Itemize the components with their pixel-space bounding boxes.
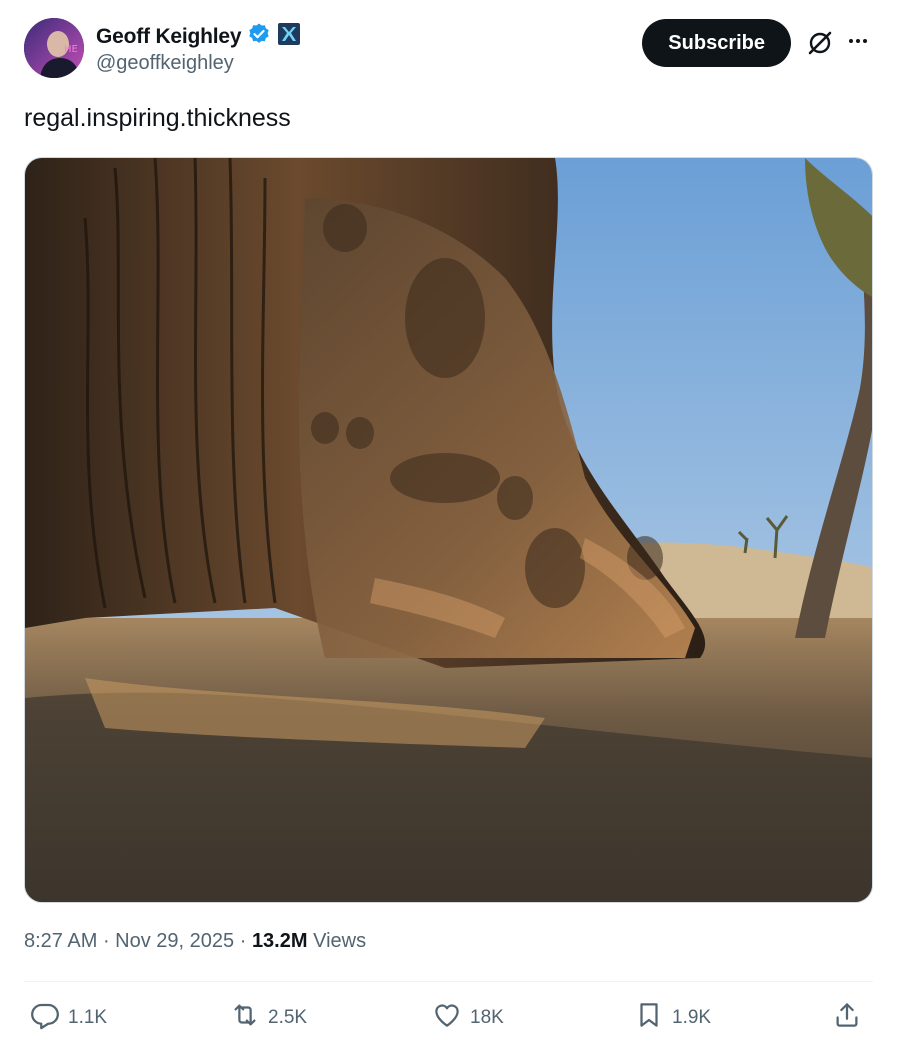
bookmark-icon (634, 1000, 664, 1036)
tweet-header: HE Geoff Keighley @geoffkeighley Subscri… (24, 18, 873, 80)
subscribe-button[interactable]: Subscribe (642, 19, 791, 67)
divider (24, 981, 873, 982)
repost-count: 2.5K (268, 1007, 308, 1028)
tweet-text: regal.inspiring.thickness (24, 104, 291, 132)
bookmark-count: 1.9K (672, 1007, 712, 1028)
tweet-time[interactable]: 8:27 AM (24, 930, 97, 952)
svg-text:HE: HE (64, 44, 78, 55)
views-count: 13.2M (251, 930, 308, 952)
meta-separator: · (234, 930, 252, 952)
share-button[interactable] (832, 998, 862, 1038)
reply-count: 1.1K (68, 1007, 108, 1028)
heart-icon (432, 1000, 462, 1036)
tweet-date[interactable]: Nov 29, 2025 (115, 930, 234, 952)
affiliate-badge-icon[interactable] (277, 22, 301, 51)
action-bar: 1.1K 2.5K 18K 1.9K (24, 998, 873, 1038)
reply-button[interactable]: 1.1K (30, 998, 107, 1038)
tweet-meta: 8:27 AM · Nov 29, 2025 · 13.2M Views (24, 930, 366, 953)
author-name-row: Geoff Keighley (96, 22, 301, 51)
repost-icon (230, 1000, 260, 1036)
reply-icon (30, 1000, 60, 1036)
views-label: Views (307, 930, 367, 952)
meta-separator: · (97, 930, 116, 952)
verified-badge-icon (247, 22, 271, 51)
more-icon[interactable] (843, 28, 873, 54)
grok-icon[interactable] (807, 30, 833, 56)
like-button[interactable]: 18K (432, 998, 504, 1038)
author-handle[interactable]: @geoffkeighley (96, 52, 234, 75)
like-count: 18K (470, 1007, 504, 1028)
share-icon (832, 1000, 862, 1036)
repost-button[interactable]: 2.5K (230, 998, 307, 1038)
avatar[interactable]: HE (24, 18, 84, 78)
bookmark-button[interactable]: 1.9K (634, 998, 711, 1038)
author-display-name[interactable]: Geoff Keighley (96, 25, 242, 49)
tweet-photo[interactable] (24, 157, 873, 903)
